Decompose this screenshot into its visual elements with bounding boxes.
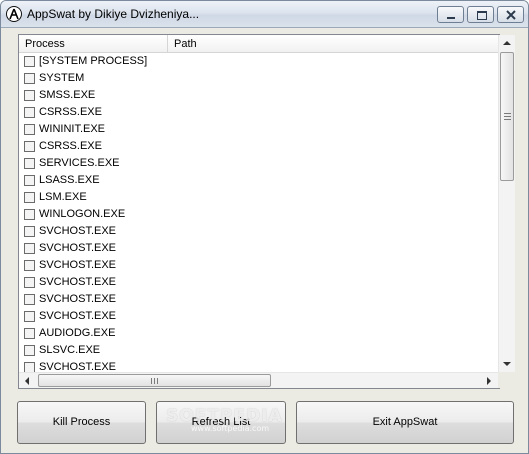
row-checkbox[interactable]: [24, 73, 35, 84]
appswat-window: AppSwat by Dikiye Dvizheniya... Process …: [0, 0, 529, 454]
process-name: CSRSS.EXE: [39, 140, 102, 152]
close-button[interactable]: [497, 6, 524, 23]
list-item[interactable]: SVCHOST.EXE: [19, 223, 499, 240]
kill-process-button[interactable]: Kill Process: [17, 401, 146, 444]
grip-line: [504, 116, 511, 117]
row-checkbox[interactable]: [24, 345, 35, 356]
close-icon: [506, 10, 516, 20]
grip-line: [504, 119, 511, 120]
vertical-scroll-thumb[interactable]: [500, 52, 514, 181]
process-name: SVCHOST.EXE: [39, 259, 117, 271]
process-name: SYSTEM: [39, 72, 85, 84]
list-item[interactable]: SVCHOST.EXE: [19, 257, 499, 274]
row-checkbox[interactable]: [24, 107, 35, 118]
process-name: SERVICES.EXE: [39, 157, 120, 169]
list-header: Process Path: [19, 35, 499, 53]
list-item[interactable]: LSM.EXE: [19, 189, 499, 206]
process-name: SVCHOST.EXE: [39, 225, 117, 237]
list-item[interactable]: SVCHOST.EXE: [19, 291, 499, 308]
row-checkbox[interactable]: [24, 192, 35, 203]
column-header-process[interactable]: Process: [19, 35, 168, 52]
process-name: SVCHOST.EXE: [39, 276, 117, 288]
list-item[interactable]: LSASS.EXE: [19, 172, 499, 189]
scroll-up-icon[interactable]: [503, 41, 511, 45]
grip-line: [504, 113, 511, 114]
horizontal-scroll-thumb[interactable]: [38, 374, 271, 387]
process-name: AUDIODG.EXE: [39, 327, 116, 339]
list-item[interactable]: [SYSTEM PROCESS]: [19, 53, 499, 70]
maximize-button[interactable]: [467, 6, 494, 23]
list-item[interactable]: WINLOGON.EXE: [19, 206, 499, 223]
grip-line: [151, 378, 152, 384]
list-item[interactable]: SVCHOST.EXE: [19, 308, 499, 325]
horizontal-scrollbar[interactable]: [19, 372, 499, 388]
scroll-right-icon[interactable]: [487, 377, 491, 385]
list-item[interactable]: SVCHOST.EXE: [19, 240, 499, 257]
row-checkbox[interactable]: [24, 226, 35, 237]
row-checkbox[interactable]: [24, 294, 35, 305]
list-rows: [SYSTEM PROCESS] SYSTEM SMSS.EXE CSRSS.EXE W…: [19, 53, 499, 376]
window-title: AppSwat by Dikiye Dvizheniya...: [27, 7, 200, 21]
row-checkbox[interactable]: [24, 277, 35, 288]
process-name: CSRSS.EXE: [39, 106, 102, 118]
scroll-left-icon[interactable]: [25, 377, 29, 385]
row-checkbox[interactable]: [24, 311, 35, 322]
list-item[interactable]: SERVICES.EXE: [19, 155, 499, 172]
process-name: WINLOGON.EXE: [39, 208, 126, 220]
list-item[interactable]: SLSVC.EXE: [19, 342, 499, 359]
app-logo-icon: [6, 6, 22, 22]
row-checkbox[interactable]: [24, 124, 35, 135]
row-checkbox[interactable]: [24, 260, 35, 271]
row-checkbox[interactable]: [24, 158, 35, 169]
process-name: SVCHOST.EXE: [39, 242, 117, 254]
title-bar[interactable]: AppSwat by Dikiye Dvizheniya...: [1, 1, 528, 28]
list-item[interactable]: CSRSS.EXE: [19, 138, 499, 155]
list-item[interactable]: WININIT.EXE: [19, 121, 499, 138]
grip-line: [154, 378, 155, 384]
minimize-button[interactable]: [437, 6, 464, 23]
process-name: LSM.EXE: [39, 191, 87, 203]
column-header-path[interactable]: Path: [168, 35, 499, 52]
list-item[interactable]: SVCHOST.EXE: [19, 274, 499, 291]
process-list[interactable]: Process Path [SYSTEM PROCESS] SYSTEM SMSS.…: [18, 34, 500, 389]
grip-line: [157, 378, 158, 384]
row-checkbox[interactable]: [24, 175, 35, 186]
process-name: SLSVC.EXE: [39, 344, 101, 356]
vertical-scrollbar[interactable]: [498, 35, 515, 373]
row-checkbox[interactable]: [24, 328, 35, 339]
row-checkbox[interactable]: [24, 141, 35, 152]
row-checkbox[interactable]: [24, 243, 35, 254]
refresh-list-button[interactable]: Refresh List: [156, 401, 286, 444]
process-name: SVCHOST.EXE: [39, 310, 117, 322]
scroll-down-icon[interactable]: [503, 362, 511, 366]
list-item[interactable]: SMSS.EXE: [19, 87, 499, 104]
process-name: LSASS.EXE: [39, 174, 100, 186]
list-item[interactable]: SYSTEM: [19, 70, 499, 87]
exit-appswat-button[interactable]: Exit AppSwat: [296, 401, 514, 444]
list-item[interactable]: CSRSS.EXE: [19, 104, 499, 121]
process-name: SMSS.EXE: [39, 89, 96, 101]
row-checkbox[interactable]: [24, 209, 35, 220]
process-name: WININIT.EXE: [39, 123, 106, 135]
process-name: [SYSTEM PROCESS]: [39, 55, 148, 67]
list-item[interactable]: AUDIODG.EXE: [19, 325, 499, 342]
process-name: SVCHOST.EXE: [39, 293, 117, 305]
scrollbar-corner: [498, 372, 515, 388]
row-checkbox[interactable]: [24, 90, 35, 101]
row-checkbox[interactable]: [24, 56, 35, 67]
